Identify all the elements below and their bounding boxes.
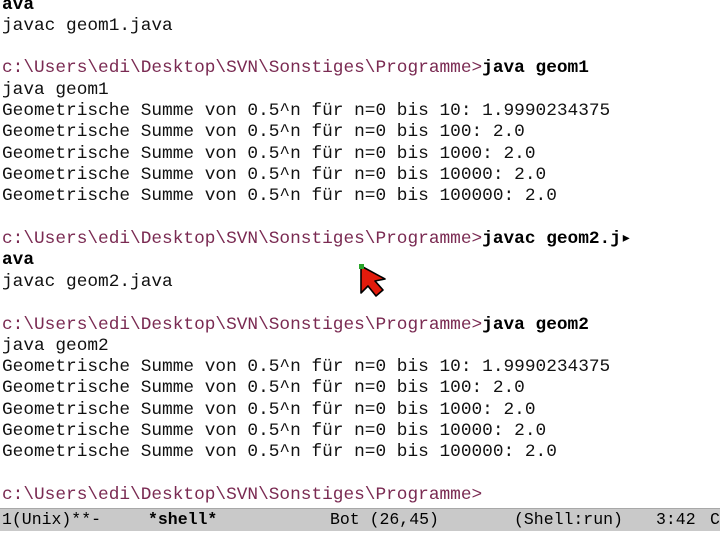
prompt-line[interactable]: c:\Users\edi\Desktop\SVN\Sonstiges\Progr… (2, 485, 482, 506)
output-line: Geometrische Summe von 0.5^n für n=0 bis… (2, 122, 525, 142)
command-text: javac geom2.j▸ (482, 229, 632, 249)
modeline-extra: C (710, 510, 720, 529)
status-modeline: 1(Unix)**- *shell* Bot (26,45) (Shell:ru… (0, 508, 720, 531)
output-line: Geometrische Summe von 0.5^n für n=0 bis… (2, 144, 536, 164)
prompt-path: c:\Users\edi\Desktop\SVN\Sonstiges\Progr… (2, 58, 483, 78)
output-line: Geometrische Summe von 0.5^n für n=0 bis… (2, 186, 557, 206)
prompt-path: c:\Users\edi\Desktop\SVN\Sonstiges\Progr… (2, 485, 483, 505)
output-line: Geometrische Summe von 0.5^n für n=0 bis… (2, 378, 525, 398)
prompt-line: c:\Users\edi\Desktop\SVN\Sonstiges\Progr… (2, 315, 589, 336)
command-text: java geom2 (482, 315, 589, 335)
output-line: java geom1 (2, 80, 109, 100)
command-text: java geom1 (482, 58, 589, 78)
output-line: Geometrische Summe von 0.5^n für n=0 bis… (2, 101, 611, 121)
output-line: Geometrische Summe von 0.5^n für n=0 bis… (2, 421, 547, 441)
output-line: ava (2, 250, 35, 270)
red-arrow-pointer-icon (359, 264, 386, 297)
output-line: ava (2, 0, 35, 15)
modeline-buffer-name[interactable]: *shell* (148, 509, 217, 531)
output-line: Geometrische Summe von 0.5^n für n=0 bis… (2, 357, 611, 377)
output-line: Geometrische Summe von 0.5^n für n=0 bis… (2, 165, 547, 185)
modeline-position: Bot (26,45) (330, 510, 439, 529)
modeline-mode[interactable]: (Shell:run) (514, 509, 623, 531)
output-line: javac geom1.java (2, 16, 173, 36)
shell-buffer[interactable]: ava javac geom1.java c:\Users\edi\Deskto… (0, 0, 720, 508)
prompt-path: c:\Users\edi\Desktop\SVN\Sonstiges\Progr… (2, 315, 483, 335)
modeline-encoding: 1(Unix)**- (2, 510, 102, 529)
output-line: Geometrische Summe von 0.5^n für n=0 bis… (2, 442, 557, 462)
output-line: javac geom2.java (2, 272, 173, 292)
modeline-time: 3:42 (656, 510, 696, 529)
output-line: java geom2 (2, 336, 109, 356)
prompt-line: c:\Users\edi\Desktop\SVN\Sonstiges\Progr… (2, 58, 589, 79)
output-line: Geometrische Summe von 0.5^n für n=0 bis… (2, 400, 536, 420)
prompt-path: c:\Users\edi\Desktop\SVN\Sonstiges\Progr… (2, 229, 483, 249)
prompt-line: c:\Users\edi\Desktop\SVN\Sonstiges\Progr… (2, 229, 632, 250)
